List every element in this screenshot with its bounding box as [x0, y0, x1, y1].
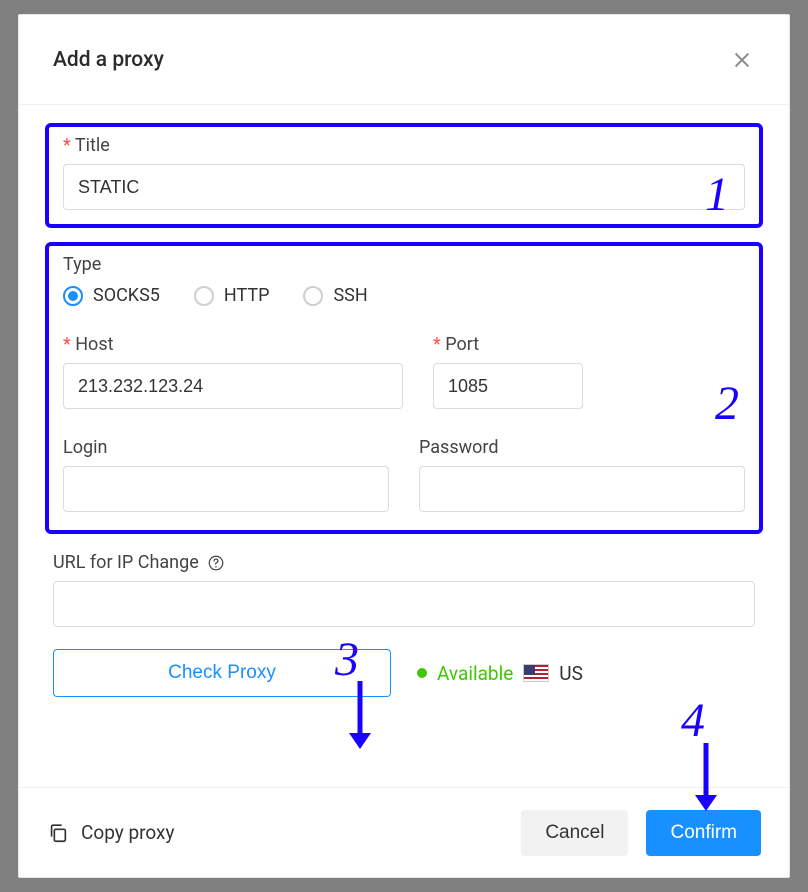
login-label: Login — [63, 437, 389, 458]
annotation-2: 2 — [715, 376, 739, 431]
host-port-row: Host Port — [63, 334, 745, 409]
host-label: Host — [63, 334, 403, 355]
login-column: Login — [63, 437, 389, 512]
availability-text: Available — [437, 662, 513, 685]
close-button[interactable] — [729, 47, 755, 73]
port-label: Port — [433, 334, 583, 355]
confirm-button[interactable]: Confirm — [646, 810, 761, 856]
radio-http[interactable]: HTTP — [194, 285, 270, 306]
copy-icon — [47, 822, 69, 844]
cancel-button[interactable]: Cancel — [521, 810, 628, 856]
radio-dot-icon — [194, 286, 214, 306]
connection-section-highlight: 2 Type SOCKS5 HTTP SSH Host — [45, 242, 763, 534]
annotation-4: 4 — [681, 693, 705, 748]
country-code: US — [559, 662, 583, 685]
us-flag-icon — [523, 664, 549, 682]
type-radio-group: SOCKS5 HTTP SSH — [63, 285, 745, 306]
host-input[interactable] — [63, 363, 403, 409]
title-section-highlight: 1 Title — [45, 123, 763, 228]
radio-dot-icon — [303, 286, 323, 306]
annotation-3: 3 — [335, 632, 359, 687]
copy-proxy-label: Copy proxy — [81, 821, 174, 844]
radio-http-label: HTTP — [224, 285, 270, 306]
dialog-header: Add a proxy — [19, 15, 789, 105]
port-input[interactable] — [433, 363, 583, 409]
check-row: Check Proxy Available US — [53, 649, 755, 697]
radio-socks5[interactable]: SOCKS5 — [63, 285, 160, 306]
title-input[interactable] — [63, 164, 745, 210]
password-input[interactable] — [419, 466, 745, 512]
footer-buttons: Cancel Confirm — [521, 810, 761, 856]
copy-proxy-button[interactable]: Copy proxy — [47, 821, 174, 844]
title-label: Title — [63, 135, 745, 156]
dialog-body: 1 Title 2 Type SOCKS5 HTTP SSH — [19, 105, 789, 787]
login-input[interactable] — [63, 466, 389, 512]
radio-ssh-label: SSH — [333, 285, 367, 306]
login-password-row: Login Password — [63, 437, 745, 512]
dialog-footer: Copy proxy Cancel Confirm — [19, 787, 789, 877]
radio-ssh[interactable]: SSH — [303, 285, 367, 306]
radio-dot-icon — [63, 286, 83, 306]
annotation-1: 1 — [705, 167, 729, 222]
url-change-block: URL for IP Change Check Proxy Available … — [53, 552, 755, 697]
add-proxy-dialog: Add a proxy 1 Title 2 Type SOCKS5 — [18, 14, 790, 878]
type-label: Type — [63, 254, 745, 275]
url-change-label: URL for IP Change — [53, 552, 199, 573]
radio-socks5-label: SOCKS5 — [93, 285, 160, 306]
url-change-input[interactable] — [53, 581, 755, 627]
availability-status: Available US — [417, 662, 583, 685]
password-column: Password — [419, 437, 745, 512]
help-icon[interactable] — [207, 554, 225, 572]
host-column: Host — [63, 334, 403, 409]
close-icon — [731, 49, 753, 71]
status-dot-icon — [417, 668, 427, 678]
url-change-label-row: URL for IP Change — [53, 552, 755, 573]
password-label: Password — [419, 437, 745, 458]
dialog-title: Add a proxy — [53, 48, 164, 72]
port-column: Port — [433, 334, 583, 409]
